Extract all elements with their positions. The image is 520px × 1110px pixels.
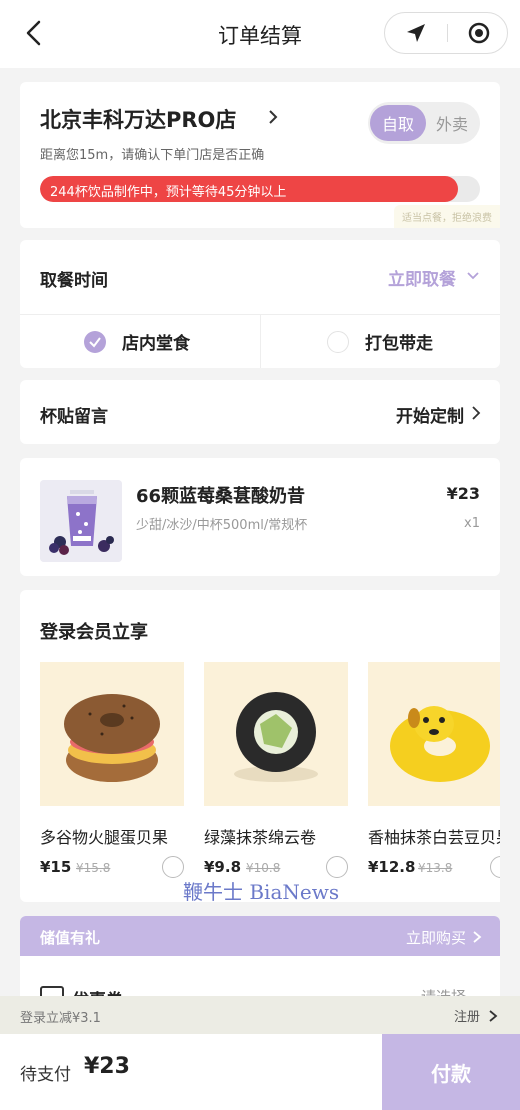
pickup-time-label: 取餐时间 — [40, 271, 108, 291]
takeaway-label: 打包带走 — [365, 334, 433, 354]
matcha-roll-image — [204, 662, 348, 806]
member-offers-card: 登录会员立享 多谷物火腿蛋贝果 ¥15 ¥15.8 绿藻抹茶绵云卷 ¥9.8 ¥… — [20, 590, 500, 902]
pay-bar: 待支付 ¥23 付款 — [0, 1034, 520, 1110]
offer-name: 绿藻抹茶绵云卷 — [204, 828, 317, 847]
product-card: 66颗蓝莓桑葚酸奶昔 少甜/冰沙/中杯500ml/常规杯 ¥23 x1 — [20, 458, 500, 576]
offer-name: 香柚抹茶白芸豆贝果 — [368, 828, 500, 847]
stored-value-header[interactable]: 储值有礼 立即购买 — [20, 916, 500, 956]
member-offer-item[interactable]: 香柚抹茶白芸豆贝果 ¥12.8 ¥13.8 — [368, 662, 500, 892]
offer-price: ¥9.8 — [204, 858, 242, 876]
watermark: 鞭牛士 BiaNews — [183, 880, 340, 904]
product-price: ¥23 — [446, 484, 480, 503]
bagel-image — [40, 662, 184, 806]
pending-payment-total: ¥23 — [84, 1054, 130, 1079]
product-name: 66颗蓝莓桑葚酸奶昔 — [136, 486, 306, 507]
offer-original-price: ¥15.8 — [76, 861, 111, 875]
member-offers-title: 登录会员立享 — [40, 622, 148, 643]
offer-price: ¥12.8 — [368, 858, 416, 876]
chevron-down-icon[interactable] — [466, 268, 480, 282]
radio-empty-icon[interactable] — [490, 856, 500, 878]
waste-hint: 适当点餐，拒绝浪费 — [394, 205, 500, 228]
offer-price: ¥15 — [40, 858, 72, 876]
queue-progress-text: 244杯饮品制作中，预计等待45分钟以上 — [50, 185, 287, 200]
login-discount-text: 登录立减¥3.1 — [20, 1011, 101, 1026]
target-circle-icon[interactable] — [448, 13, 509, 53]
queue-progress-bar: 244杯饮品制作中，预计等待45分钟以上 — [40, 176, 480, 202]
chevron-right-icon[interactable] — [470, 405, 482, 421]
coupon-icon — [40, 986, 64, 996]
cup-sticker-label: 杯贴留言 — [40, 407, 108, 427]
takeaway-option[interactable]: 打包带走 — [261, 315, 501, 368]
offer-name: 多谷物火腿蛋贝果 — [40, 828, 169, 847]
location-arrow-icon[interactable] — [385, 13, 447, 53]
store-card: 北京丰科万达PRO店 距离您15m，请确认下单门店是否正确 自取 外卖 244杯… — [20, 82, 500, 228]
mode-delivery-option[interactable]: 外卖 — [426, 105, 478, 141]
chevron-right-icon[interactable] — [488, 1008, 498, 1022]
top-bar: 订单结算 — [0, 0, 520, 68]
login-discount-bar: 登录立减¥3.1 注册 — [0, 996, 520, 1034]
product-quantity: x1 — [464, 516, 480, 531]
pending-payment-label: 待支付 — [20, 1065, 71, 1085]
dine-in-label: 店内堂食 — [122, 334, 190, 354]
offer-original-price: ¥13.8 — [418, 861, 453, 875]
store-name[interactable]: 北京丰科万达PRO店 — [40, 104, 236, 134]
check-icon[interactable] — [84, 330, 106, 353]
pay-button[interactable]: 付款 — [382, 1034, 520, 1110]
pickup-card: 取餐时间 立即取餐 店内堂食 打包带走 — [20, 240, 500, 368]
product-image — [40, 480, 122, 562]
character-bagel-image — [368, 662, 500, 806]
mini-program-capsule — [384, 12, 508, 54]
dine-in-option[interactable]: 店内堂食 — [20, 315, 260, 368]
member-offer-item[interactable]: 多谷物火腿蛋贝果 ¥15 ¥15.8 — [40, 662, 184, 892]
mode-pickup-option[interactable]: 自取 — [370, 105, 426, 141]
distance-notice: 距离您15m，请确认下单门店是否正确 — [40, 148, 265, 163]
coupon-label[interactable]: 优惠券 — [72, 986, 123, 996]
pickup-time-value[interactable]: 立即取餐 — [388, 265, 456, 290]
member-offer-item[interactable]: 绿藻抹茶绵云卷 ¥9.8 ¥10.8 — [204, 662, 348, 892]
radio-empty-icon[interactable] — [162, 856, 184, 878]
coupon-value[interactable]: 请选择 — [421, 986, 466, 996]
offer-original-price: ¥10.8 — [246, 861, 281, 875]
stored-value-card: 储值有礼 立即购买 优惠券 请选择 — [20, 916, 500, 996]
product-spec: 少甜/冰沙/中杯500ml/常规杯 — [136, 518, 308, 533]
stored-value-title: 储值有礼 — [40, 929, 101, 947]
register-link[interactable]: 注册 — [454, 1006, 480, 1025]
radio-empty-icon[interactable] — [326, 856, 348, 878]
chevron-right-icon[interactable] — [472, 929, 482, 943]
chevron-right-icon[interactable] — [266, 108, 280, 126]
buy-now-link[interactable]: 立即购买 — [406, 927, 466, 948]
order-mode-toggle[interactable]: 自取 外卖 — [368, 102, 480, 144]
customize-link[interactable]: 开始定制 — [396, 402, 464, 427]
cup-sticker-card[interactable]: 杯贴留言 开始定制 — [20, 380, 500, 444]
radio-empty-icon[interactable] — [327, 330, 349, 353]
